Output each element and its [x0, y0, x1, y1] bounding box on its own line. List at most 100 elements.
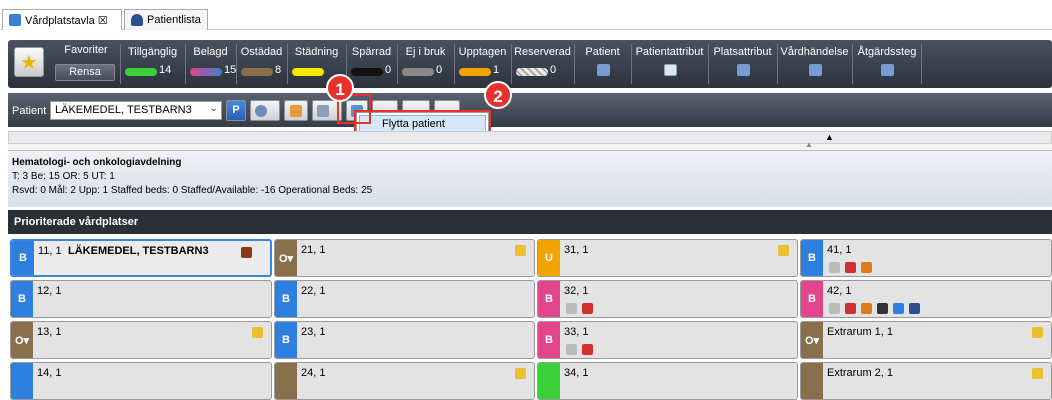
- bed-attribute-icon: [566, 303, 577, 314]
- filter-sparrad[interactable]: Spärrad 0: [346, 44, 396, 84]
- filter-upptagen[interactable]: Upptagen 1: [454, 44, 510, 84]
- bed-name: 12, 1: [37, 285, 62, 297]
- tab-vardplatstavla[interactable]: Vårdplatstavla ☒: [2, 9, 122, 30]
- filter-reserverad[interactable]: Reserverad 0: [511, 44, 573, 84]
- bed-name: 31, 1: [564, 244, 589, 256]
- status-pill: [351, 68, 383, 76]
- bed-status-badge: B: [801, 281, 823, 317]
- bed-card[interactable]: Extrarum 2, 1: [800, 362, 1052, 400]
- bed-status-badge: B: [12, 241, 34, 275]
- document-icon: [663, 64, 677, 76]
- bed-status-badge: [801, 363, 823, 399]
- tab-bar: Vårdplatstavla ☒ Patientlista: [0, 0, 1052, 30]
- department-counts: T: 3 Be: 15 OR: 5 UT: 1: [12, 171, 115, 182]
- filter-ostadad[interactable]: Ostädad 8: [236, 44, 286, 84]
- collapse-arrow-icon[interactable]: ▲: [825, 132, 834, 142]
- bed-card[interactable]: B 11, 1 LÄKEMEDEL, TESTBARN3: [10, 239, 272, 277]
- bed-status-badge: [11, 363, 33, 399]
- bed-attribute-icon: [845, 303, 856, 314]
- bed-status-badge: O▾: [801, 322, 823, 358]
- bed-attribute-icon: [566, 344, 577, 355]
- tab-label: Vårdplatstavla ☒: [25, 14, 108, 27]
- bed-card[interactable]: B 12, 1: [10, 280, 272, 318]
- parking-icon: P: [232, 104, 240, 116]
- star-icon: ★: [20, 51, 38, 74]
- status-pill: [459, 68, 491, 76]
- tab-patientlista[interactable]: Patientlista: [124, 9, 208, 30]
- bed-name: 41, 1: [827, 244, 852, 256]
- filter-ej-i-bruk[interactable]: Ej i bruk 0: [397, 44, 453, 84]
- eye-icon: [255, 105, 267, 117]
- favorites-star-button[interactable]: ★: [14, 47, 44, 77]
- status-pill: [190, 68, 222, 76]
- bed-card[interactable]: B 32, 1: [537, 280, 798, 318]
- patient-icon: [596, 64, 610, 76]
- status-pill: [125, 68, 157, 76]
- bed-status-badge: B: [275, 322, 297, 358]
- bed-attribute-icon: [582, 303, 593, 314]
- chevron-down-icon: ⌄: [209, 103, 218, 114]
- bed-status-badge: O▾: [11, 322, 33, 358]
- bed-card[interactable]: B 23, 1: [274, 321, 535, 359]
- bed-name: 34, 1: [564, 367, 589, 379]
- bed-attribute-icon: [893, 303, 904, 314]
- bed-attribute-icon: [829, 303, 840, 314]
- filter-patientattribut[interactable]: Patientattribut: [631, 44, 707, 84]
- filter-patient[interactable]: Patient: [574, 44, 630, 84]
- bed-name: 22, 1: [301, 285, 326, 297]
- bed-name: 23, 1: [301, 326, 326, 338]
- bed-name: Extrarum 1, 1: [827, 326, 894, 338]
- filter-vardhandelse[interactable]: Vårdhändelse: [777, 44, 851, 84]
- bed-card[interactable]: B 33, 1: [537, 321, 798, 359]
- bed-name: 24, 1: [301, 367, 326, 379]
- splitter-bar[interactable]: ▲: [8, 131, 1052, 144]
- bed-attribute-icon: [829, 262, 840, 273]
- broom-icon: [1032, 327, 1043, 338]
- bed-status-badge: B: [538, 281, 560, 317]
- bed-attribute-icon: [909, 303, 920, 314]
- bed-card[interactable]: O▾ 21, 1: [274, 239, 535, 277]
- bed-name: 33, 1: [564, 326, 589, 338]
- department-stats: Rsvd: 0 Mål: 2 Upp: 1 Staffed beds: 0 St…: [12, 185, 373, 196]
- clear-filter-button[interactable]: Rensa: [55, 64, 115, 81]
- bed-card[interactable]: 24, 1: [274, 362, 535, 400]
- bed-name: 21, 1: [301, 244, 326, 256]
- bed-card[interactable]: U 31, 1: [537, 239, 798, 277]
- filter-platsattribut[interactable]: Platsattribut: [708, 44, 776, 84]
- filter-belagd[interactable]: Belagd 15: [185, 44, 236, 84]
- bed-status-badge: O▾: [275, 240, 297, 276]
- bed-card[interactable]: B 42, 1: [800, 280, 1052, 318]
- patient-label: Patient: [12, 105, 47, 117]
- bed-card[interactable]: 14, 1: [10, 362, 272, 400]
- bed-status-badge: B: [275, 281, 297, 317]
- bed-card[interactable]: 34, 1: [537, 362, 798, 400]
- bed-attribute-icon: [861, 303, 872, 314]
- broom-icon: [515, 368, 526, 379]
- bed-attribute-icon: [877, 303, 888, 314]
- bed-name: Extrarum 2, 1: [827, 367, 894, 379]
- bed-status-badge: [275, 363, 297, 399]
- bed-card[interactable]: B 41, 1: [800, 239, 1052, 277]
- bed-card[interactable]: O▾ 13, 1: [10, 321, 272, 359]
- bed-name: 11, 1: [38, 245, 62, 257]
- bed-name: 42, 1: [827, 285, 852, 297]
- board-icon: [9, 14, 21, 26]
- bed-status-badge: B: [538, 322, 560, 358]
- patient-select[interactable]: LÄKEMEDEL, TESTBARN3 ⌄: [50, 101, 222, 120]
- callout-2: 2: [484, 81, 512, 109]
- status-pill: [402, 68, 434, 76]
- bed-status-badge: B: [801, 240, 823, 276]
- collapse-arrow-icon[interactable]: ▲: [805, 140, 813, 149]
- favorites-label[interactable]: Favoriter: [57, 44, 115, 56]
- view-dropdown-button[interactable]: [250, 100, 280, 121]
- event-icon: [808, 64, 822, 76]
- parking-button[interactable]: P: [226, 100, 246, 121]
- person-add-button[interactable]: [284, 100, 308, 121]
- bed-card[interactable]: B 22, 1: [274, 280, 535, 318]
- filter-tillganglig[interactable]: Tillgänglig 14: [120, 44, 184, 84]
- person-add-icon: [290, 105, 302, 117]
- filter-atgardssteg[interactable]: Åtgärdssteg: [852, 44, 922, 84]
- home-icon: [241, 247, 252, 258]
- broom-icon: [1032, 368, 1043, 379]
- bed-card[interactable]: O▾ Extrarum 1, 1: [800, 321, 1052, 359]
